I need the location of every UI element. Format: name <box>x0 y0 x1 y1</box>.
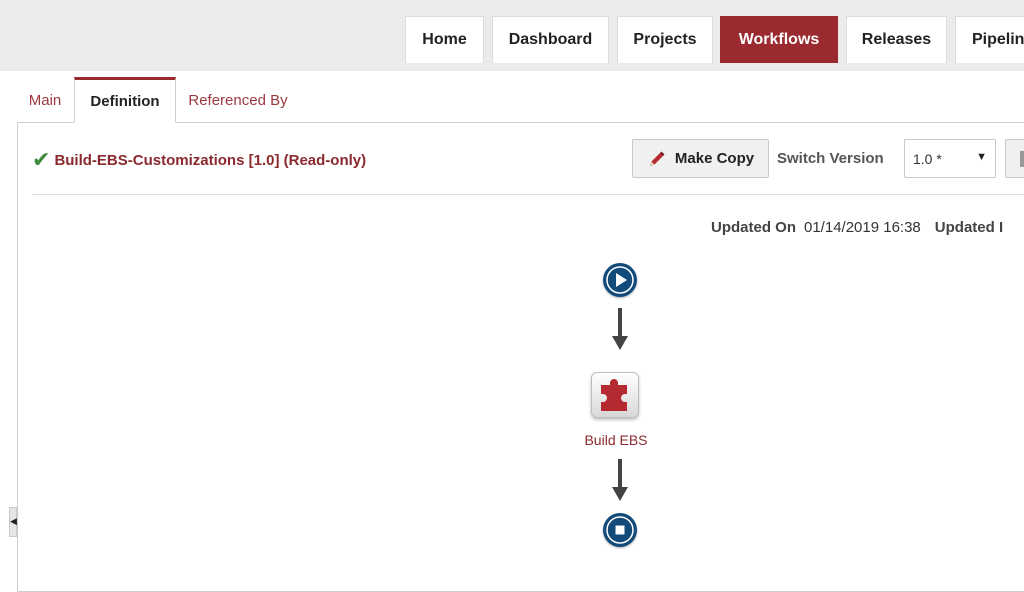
workflow-title-row: ✔ Build-EBS-Customizations [1.0] (Read-o… <box>32 140 366 180</box>
step-label[interactable]: Build EBS <box>560 432 672 448</box>
definition-panel <box>17 122 1024 592</box>
make-copy-button[interactable]: Make Copy <box>632 139 769 178</box>
version-selected-value: 1.0 * <box>913 150 942 167</box>
nav-home[interactable]: Home <box>405 16 484 63</box>
check-icon: ✔ <box>32 147 51 172</box>
nav-workflows[interactable]: Workflows <box>720 16 838 63</box>
nav-releases[interactable]: Releases <box>846 16 947 63</box>
nav-dashboard[interactable]: Dashboard <box>492 16 609 63</box>
pencil-icon <box>649 151 665 166</box>
chevron-down-icon: ▼ <box>976 151 987 163</box>
nav-pipelines[interactable]: Pipelin <box>955 16 1024 63</box>
chevron-left-icon: ◀ <box>10 516 17 526</box>
play-icon <box>606 266 634 294</box>
tab-referenced-by[interactable]: Referenced By <box>178 77 298 123</box>
flow-arrow-1 <box>612 308 628 350</box>
updated-on-value: 01/14/2019 16:38 <box>804 219 921 236</box>
tab-main[interactable]: Main <box>16 77 74 123</box>
tab-bar: Main Definition Referenced By <box>0 71 1024 123</box>
more-actions-button[interactable] <box>1005 139 1024 178</box>
switch-version-label: Switch Version <box>777 150 884 167</box>
updated-by-label: Updated I <box>934 219 1004 236</box>
version-select[interactable]: 1.0 * ▼ <box>904 139 996 178</box>
top-navigation: Home Dashboard Projects Workflows Releas… <box>0 0 1024 71</box>
divider <box>32 194 1024 195</box>
build-ebs-step-node[interactable] <box>591 372 639 418</box>
make-copy-label: Make Copy <box>674 150 755 167</box>
flow-arrow-2 <box>612 459 628 501</box>
puzzle-piece-icon <box>601 379 627 411</box>
nav-projects[interactable]: Projects <box>617 16 713 63</box>
toolbar-icon <box>1020 151 1024 167</box>
collapse-sidebar-handle[interactable]: ◀ <box>9 507 17 537</box>
updated-info: Updated On 01/14/2019 16:38 Updated I <box>711 219 1003 236</box>
workflow-title: Build-EBS-Customizations [1.0] (Read-onl… <box>54 151 367 169</box>
start-node[interactable] <box>603 263 637 297</box>
updated-on-label: Updated On <box>711 219 796 236</box>
end-node[interactable] <box>603 513 637 547</box>
stop-icon <box>606 516 634 544</box>
tab-definition[interactable]: Definition <box>74 77 176 123</box>
